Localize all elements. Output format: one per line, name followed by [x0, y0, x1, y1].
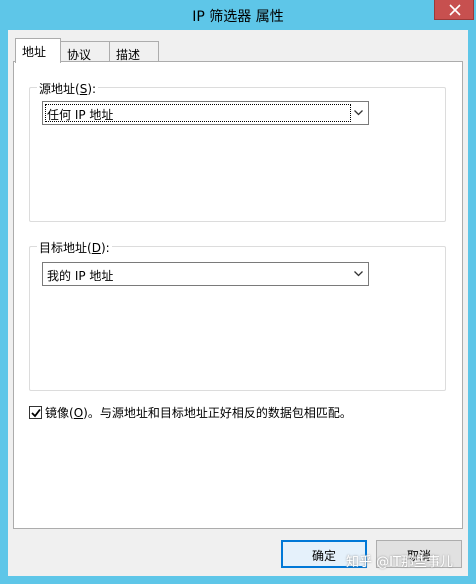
chevron-down-icon — [354, 110, 363, 116]
tab-protocol-label: 协议 — [67, 48, 92, 62]
close-button[interactable] — [434, 0, 474, 20]
source-address-select[interactable]: 任何 IP 地址 — [42, 101, 369, 125]
close-icon — [449, 4, 461, 16]
destination-address-label: 目标地址(D): — [37, 239, 112, 256]
tab-protocol[interactable]: 协议 — [60, 41, 110, 62]
chevron-down-icon — [354, 271, 363, 277]
watermark: 知乎 @IT那些事儿 — [346, 555, 453, 570]
mirror-label[interactable]: 镜像(O)。与源地址和目标地址正好相反的数据包相匹配。 — [45, 404, 352, 421]
checkmark-icon — [31, 408, 41, 418]
tab-description-label: 描述 — [116, 48, 141, 62]
source-address-value: 任何 IP 地址 — [47, 108, 114, 122]
window-title: IP 筛选器 属性 — [192, 9, 284, 25]
mirror-checkbox[interactable] — [29, 406, 42, 419]
tab-address-label: 地址 — [22, 45, 47, 59]
tab-address[interactable]: 地址 — [15, 38, 61, 63]
title-bar: IP 筛选器 属性 — [0, 0, 476, 30]
source-address-label: 源地址(S): — [37, 80, 99, 97]
tab-description[interactable]: 描述 — [109, 41, 159, 62]
destination-address-value: 我的 IP 地址 — [47, 269, 114, 283]
destination-address-select[interactable]: 我的 IP 地址 — [42, 262, 369, 286]
